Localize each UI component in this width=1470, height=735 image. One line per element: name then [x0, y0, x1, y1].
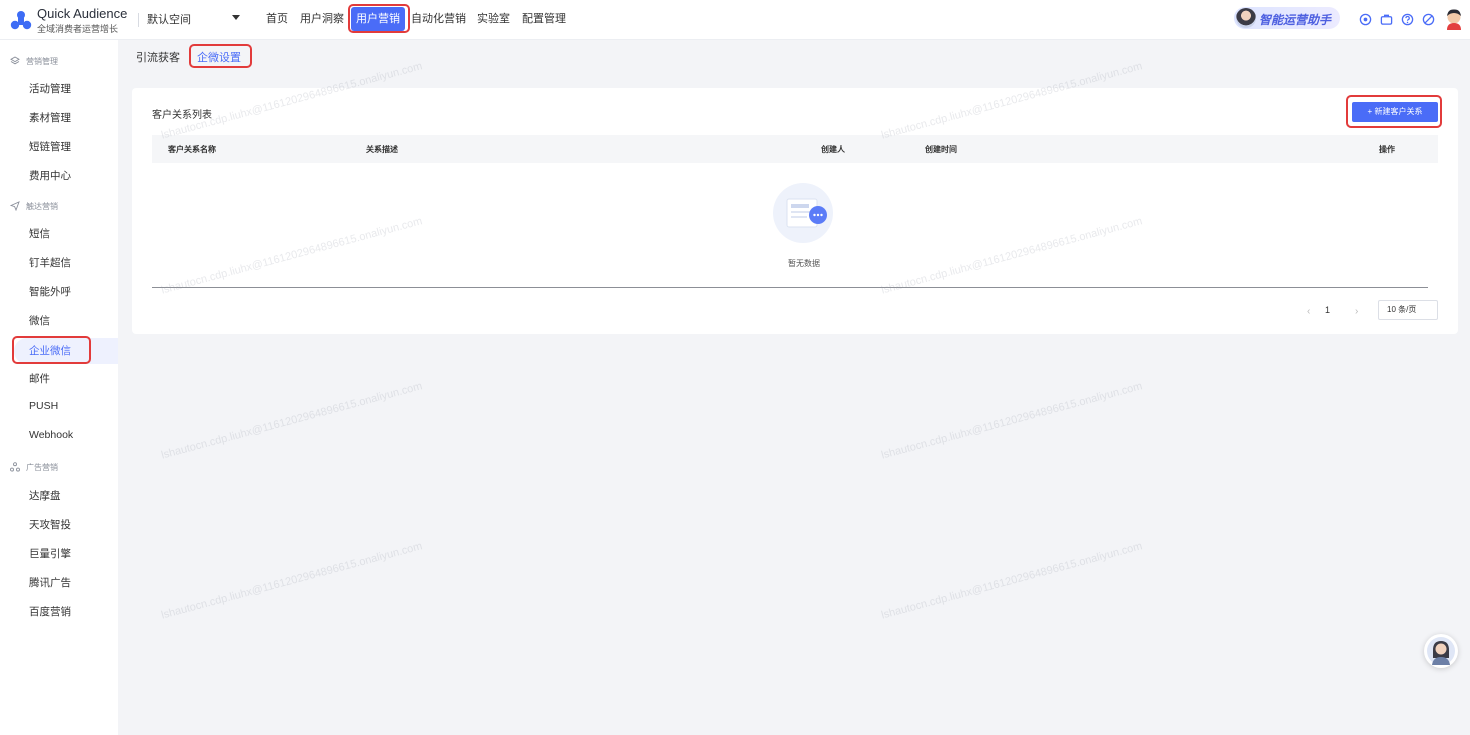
assistant-button[interactable]: 智能运营助手	[1234, 7, 1340, 29]
caret-down-icon	[232, 15, 240, 20]
sidebar-group-reach-marketing[interactable]: 触达营销	[9, 201, 58, 212]
sidebar-item-smart-call[interactable]: 智能外呼	[29, 284, 71, 299]
question-icon[interactable]	[1401, 13, 1414, 26]
user-avatar[interactable]	[1444, 8, 1464, 30]
column-creator: 创建人	[821, 145, 845, 154]
app-logo[interactable]: Quick Audience 全域消费者运营增长	[10, 6, 127, 34]
nav-config[interactable]: 配置管理	[522, 7, 566, 31]
pagination-prev-button[interactable]: ‹	[1307, 306, 1310, 317]
share-icon	[10, 462, 20, 472]
help-circle-icon[interactable]	[1359, 13, 1372, 26]
column-actions: 操作	[1379, 145, 1395, 154]
sidebar-group-ad-marketing[interactable]: 广告营销	[10, 462, 58, 473]
assistant-label: 智能运营助手	[1259, 13, 1332, 27]
pagination-next-button[interactable]: ›	[1355, 306, 1358, 317]
column-relation-name: 客户关系名称	[168, 145, 216, 154]
briefcase-icon[interactable]	[1380, 13, 1393, 26]
sidebar-item-materials[interactable]: 素材管理	[29, 110, 71, 125]
page-size-select[interactable]: 10 条/页	[1378, 300, 1438, 320]
watermark: lshautocn.cdp.liuhx@1161202964896615.ona…	[880, 540, 1144, 622]
empty-data-icon	[773, 183, 833, 243]
sidebar-item-short-links[interactable]: 短链管理	[29, 139, 71, 154]
assistant-avatar	[1236, 8, 1256, 28]
sidebar-item-tencent-ads[interactable]: 腾讯广告	[29, 575, 71, 590]
send-icon	[9, 201, 20, 212]
nav-user-insight[interactable]: 用户洞察	[300, 7, 344, 31]
sidebar-item-cost-center[interactable]: 费用中心	[29, 168, 71, 183]
table-bottom-border	[152, 287, 1428, 288]
empty-text: 暂无数据	[788, 259, 820, 268]
watermark: lshautocn.cdp.liuhx@1161202964896615.ona…	[880, 380, 1144, 462]
pagination-page-1[interactable]: 1	[1325, 305, 1330, 315]
top-bar: Quick Audience 全域消费者运营增长 默认空间 首页 用户洞察 用户…	[0, 0, 1470, 40]
nav-automation-marketing[interactable]: 自动化营销	[411, 7, 466, 31]
watermark: lshautocn.cdp.liuhx@1161202964896615.ona…	[160, 380, 424, 462]
page-size-label: 10 条/页	[1387, 305, 1417, 314]
app-name: Quick Audience	[37, 6, 128, 21]
sidebar-item-tiangong[interactable]: 天攻智投	[29, 517, 71, 532]
nav-lab[interactable]: 实验室	[477, 7, 510, 31]
workspace-select[interactable]: 默认空间	[147, 9, 243, 29]
sidebar-item-sms[interactable]: 短信	[29, 226, 50, 241]
sidebar-item-email[interactable]: 邮件	[29, 371, 50, 386]
sidebar-item-ocean-engine[interactable]: 巨量引擎	[29, 546, 71, 561]
watermark: lshautocn.cdp.liuhx@1161202964896615.ona…	[160, 540, 424, 622]
highlight-box	[1346, 95, 1442, 128]
layers-icon	[10, 56, 20, 66]
sidebar-group-marketing-management[interactable]: 营销管理	[10, 56, 58, 67]
table-header: 客户关系名称 关系描述 创建人 创建时间 操作	[152, 135, 1438, 163]
sidebar-item-wechat[interactable]: 微信	[29, 313, 50, 328]
card-title: 客户关系列表	[152, 110, 212, 121]
highlight-box	[348, 4, 410, 33]
column-created-time: 创建时间	[925, 145, 957, 154]
sidebar-item-webhook[interactable]: Webhook	[29, 429, 73, 441]
highlight-box	[189, 44, 252, 68]
sidebar-item-push[interactable]: PUSH	[29, 400, 58, 412]
nav-home[interactable]: 首页	[266, 7, 288, 31]
quick-audience-logo-icon	[10, 11, 32, 30]
sidebar-item-damopan[interactable]: 达摩盘	[29, 488, 61, 503]
app-subtitle: 全域消费者运营增长	[37, 24, 119, 34]
customer-relation-card: 客户关系列表 + 新建客户关系 客户关系名称 关系描述 创建人 创建时间 操作 …	[132, 88, 1458, 334]
sidebar: 营销管理 活动管理 素材管理 短链管理 费用中心 触达营销 短信 钉羊超信 智能…	[0, 40, 118, 735]
column-relation-description: 关系描述	[366, 145, 398, 154]
sidebar-item-super-message[interactable]: 钉羊超信	[29, 255, 71, 270]
sidebar-item-activity[interactable]: 活动管理	[29, 81, 71, 96]
settings-icon[interactable]	[1422, 13, 1435, 26]
floating-assistant-button[interactable]	[1424, 634, 1458, 668]
highlight-box	[12, 336, 91, 364]
workspace-label: 默认空间	[147, 14, 191, 26]
divider	[138, 13, 139, 27]
sidebar-item-baidu-marketing[interactable]: 百度营销	[29, 604, 71, 619]
tab-lead-generation[interactable]: 引流获客	[136, 49, 180, 65]
assistant-avatar-icon	[1427, 637, 1455, 665]
